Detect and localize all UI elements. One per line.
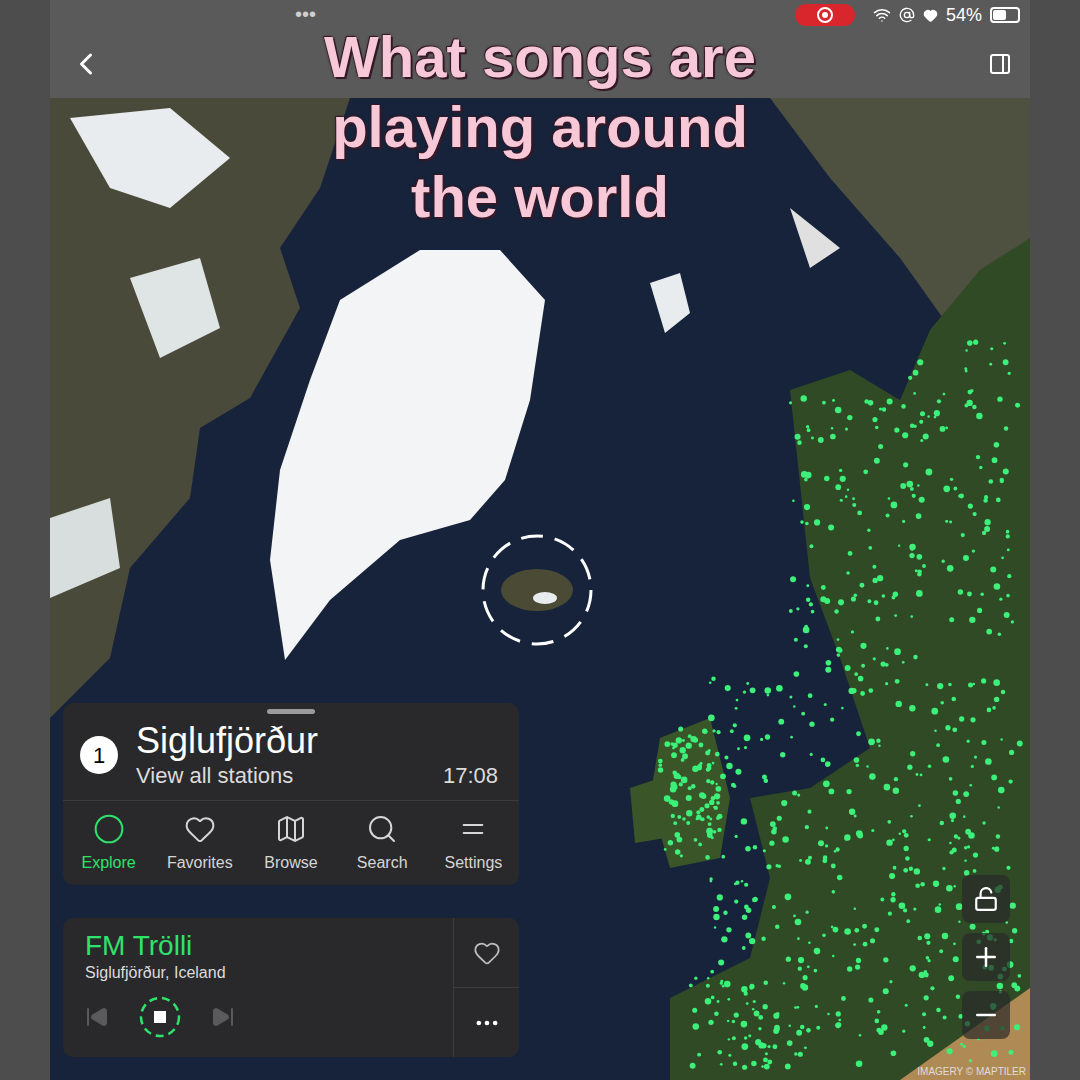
- zoom-out-button[interactable]: [962, 991, 1010, 1039]
- focus-icon: [923, 8, 938, 23]
- station-count-badge: 1: [80, 736, 118, 774]
- tab-item[interactable]: Settings: [428, 813, 519, 873]
- location-icon: [899, 7, 915, 23]
- stop-icon: [139, 996, 181, 1038]
- tab-icon: [184, 813, 216, 845]
- minus-icon: [971, 1000, 1001, 1030]
- record-icon: [816, 6, 834, 24]
- tab-icon: [275, 813, 307, 845]
- heart-icon: [473, 939, 501, 967]
- tab-item[interactable]: Favorites: [154, 813, 245, 873]
- more-button[interactable]: [454, 988, 519, 1057]
- place-row[interactable]: 1 SiglufjörðurView all stations 17:08: [63, 714, 519, 800]
- recording-indicator: [795, 4, 855, 26]
- place-card: 1 SiglufjörðurView all stations 17:08 Explo…: [63, 703, 519, 885]
- tab-icon: [457, 813, 489, 845]
- more-icon: [473, 1009, 501, 1037]
- next-icon[interactable]: [211, 1005, 235, 1029]
- place-name: Siglufjörður: [136, 720, 502, 762]
- local-time: 17:08: [443, 762, 502, 790]
- map-view[interactable]: 1 SiglufjörðurView all stations 17:08 Explo…: [50, 98, 1030, 1080]
- station-name[interactable]: FM Trölli: [85, 930, 431, 962]
- playback-controls: [85, 996, 431, 1038]
- tab-item[interactable]: Explore: [63, 813, 154, 873]
- map-attribution: IMAGERY © MAPTILER: [917, 1066, 1026, 1078]
- location-target-icon: [480, 533, 594, 647]
- view-all-link[interactable]: View all stations: [136, 762, 293, 790]
- multitask-dots[interactable]: •••: [295, 2, 316, 26]
- play-stop-button[interactable]: [139, 996, 181, 1038]
- zoom-in-button[interactable]: [962, 933, 1010, 981]
- zoom-controls: [962, 875, 1010, 1039]
- back-icon[interactable]: [68, 46, 104, 82]
- panel-icon[interactable]: [988, 52, 1012, 76]
- favorite-button[interactable]: [454, 918, 519, 988]
- phone-frame: ••• 54% 1 SiglufjörðurView all stations 17:0…: [50, 0, 1030, 1080]
- wifi-icon: [873, 6, 891, 24]
- battery-icon: [990, 7, 1020, 23]
- battery-percent: 54%: [946, 4, 982, 26]
- tab-icon: [366, 813, 398, 845]
- player-card: FM TrölliSiglufjörður, Iceland: [63, 918, 519, 1057]
- plus-icon: [971, 942, 1001, 972]
- tab-bar: ExploreFavoritesBrowseSearchSettings: [63, 800, 519, 885]
- tab-icon: [93, 813, 125, 845]
- lock-button[interactable]: [962, 875, 1010, 923]
- tab-item[interactable]: Search: [337, 813, 428, 873]
- tab-item[interactable]: Browse: [245, 813, 336, 873]
- app-screen: ••• 54% 1 SiglufjörðurView all stations 17:0…: [0, 0, 1080, 1080]
- video-caption: What songs are playing around the world: [290, 22, 790, 232]
- previous-icon[interactable]: [85, 1005, 109, 1029]
- drag-handle[interactable]: [267, 709, 315, 714]
- unlock-icon: [973, 886, 999, 912]
- station-location: Siglufjörður, Iceland: [85, 962, 431, 984]
